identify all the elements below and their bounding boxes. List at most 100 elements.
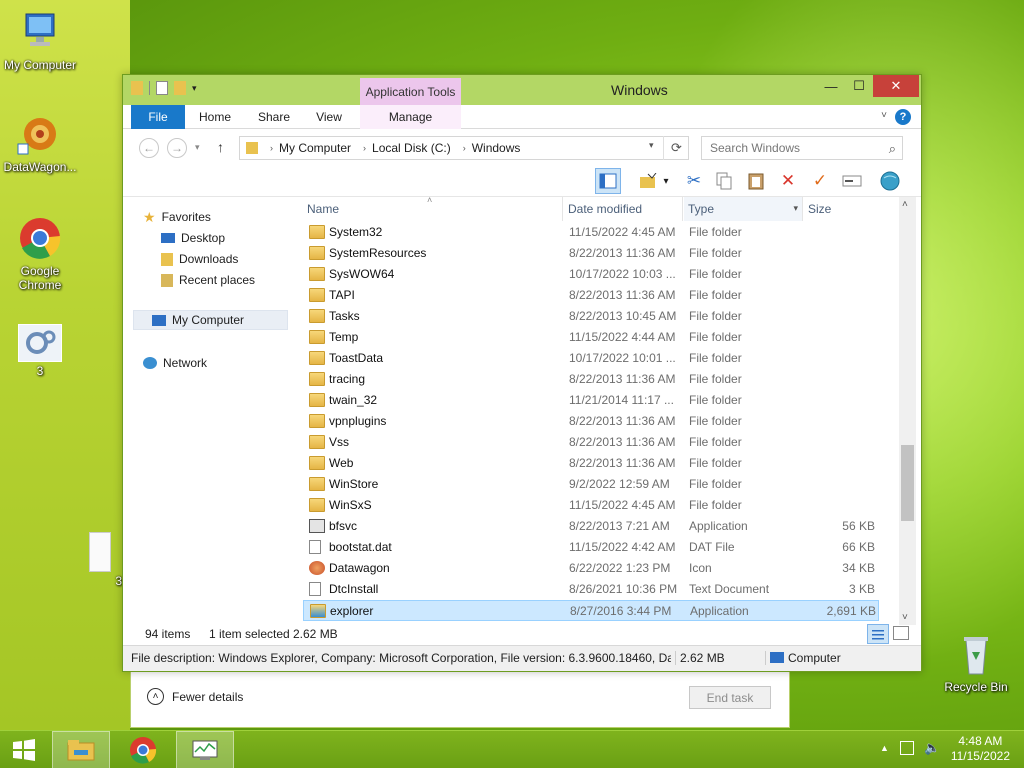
nav-downloads[interactable]: Downloads <box>161 249 238 269</box>
scroll-down-icon[interactable]: ˅ <box>902 612 908 623</box>
tab-view[interactable]: View <box>307 105 351 129</box>
table-row[interactable]: WinStore 9/2/2022 12:59 AM File folder <box>303 474 879 495</box>
file-type: File folder <box>689 498 742 512</box>
desktop-icon-google-chrome[interactable]: Google Chrome <box>0 214 80 292</box>
table-row[interactable]: Web 8/22/2013 11:36 AM File folder <box>303 453 879 474</box>
folder-options-icon[interactable] <box>635 168 661 194</box>
new-folder-icon[interactable] <box>174 81 186 95</box>
taskbar-chrome[interactable] <box>114 731 172 768</box>
preview-pane-icon[interactable] <box>595 168 621 194</box>
breadcrumb-local-disk[interactable]: Local Disk (C:) <box>372 141 451 155</box>
file-name: System32 <box>329 225 383 239</box>
breadcrumb-windows[interactable]: Windows <box>472 141 521 155</box>
desktop-icon-recycle-bin[interactable]: Recycle Bin <box>936 630 1016 694</box>
desktop-icon-label: My Computer <box>3 58 77 72</box>
address-dropdown-icon[interactable]: ▾ <box>649 140 654 151</box>
chevron-up-icon[interactable]: ▲ <box>880 743 889 753</box>
tab-manage[interactable]: Manage <box>360 105 461 129</box>
clock-date: 11/15/2022 <box>950 749 1010 763</box>
properties-icon[interactable] <box>156 81 168 95</box>
vertical-scrollbar[interactable]: ˄ ˅ <box>899 197 916 625</box>
address-bar[interactable]: › My Computer › Local Disk (C:) › Window… <box>239 136 689 160</box>
file-icon <box>309 582 321 596</box>
folder-icon <box>309 330 325 344</box>
start-button[interactable] <box>0 731 48 768</box>
chevron-down-icon[interactable]: ˅ <box>881 110 887 121</box>
large-icons-view-icon[interactable] <box>893 626 909 640</box>
table-row[interactable]: Datawagon 6/22/2022 1:23 PM Icon 34 KB <box>303 558 879 579</box>
scroll-up-icon[interactable]: ˄ <box>902 199 908 210</box>
chevron-right-icon[interactable]: › <box>463 143 466 153</box>
close-button[interactable]: ✕ <box>873 75 919 97</box>
rename-icon[interactable] <box>839 168 865 194</box>
minimize-button[interactable]: — <box>817 75 845 97</box>
file-explorer-icon <box>310 604 326 618</box>
up-arrow-icon[interactable]: ↑ <box>217 139 224 155</box>
chevron-right-icon[interactable]: › <box>270 143 273 153</box>
end-task-button[interactable]: End task <box>689 686 771 709</box>
table-row[interactable]: Temp 11/15/2022 4:44 AM File folder <box>303 327 879 348</box>
customize-toolbar-icon[interactable]: ▾ <box>192 83 197 94</box>
system-tray: ▲ 🔈 4:48 AM 11/15/2022 <box>864 731 1024 768</box>
clock[interactable]: 4:48 AM 11/15/2022 <box>951 734 1010 764</box>
nav-network[interactable]: Network <box>143 353 207 373</box>
selection-count: 1 item selected <box>209 627 290 641</box>
scrollbar-thumb[interactable] <box>901 445 914 521</box>
desktop-icon-datawagon[interactable]: DataWagon... <box>0 110 80 174</box>
desktop-icon-3-text[interactable]: 3 <box>78 532 122 588</box>
table-row[interactable]: Vss 8/22/2013 11:36 AM File folder <box>303 432 879 453</box>
taskbar-explorer[interactable] <box>52 731 110 768</box>
copy-icon[interactable] <box>711 168 737 194</box>
column-header-date[interactable]: Date modified <box>564 197 683 221</box>
tab-file[interactable]: File <box>131 105 185 129</box>
help-icon[interactable]: ? <box>895 109 911 125</box>
nav-recent-places[interactable]: Recent places <box>161 270 255 290</box>
network-icon[interactable] <box>900 741 914 755</box>
table-row[interactable]: WinSxS 11/15/2022 4:45 AM File folder <box>303 495 879 516</box>
details-view-icon[interactable] <box>867 624 889 644</box>
chevron-right-icon[interactable]: › <box>363 143 366 153</box>
table-row[interactable]: Tasks 8/22/2013 10:45 AM File folder <box>303 306 879 327</box>
volume-icon[interactable]: 🔈 <box>924 740 940 756</box>
table-row[interactable]: vpnplugins 8/22/2013 11:36 AM File folder <box>303 411 879 432</box>
table-row[interactable]: bootstat.dat 11/15/2022 4:42 AM DAT File 66… <box>303 537 879 558</box>
table-row[interactable]: twain_32 11/21/2014 11:17 ... File folder <box>303 390 879 411</box>
table-row[interactable]: ToastData 10/17/2022 10:01 ... File folder <box>303 348 879 369</box>
paste-icon[interactable] <box>743 168 769 194</box>
refresh-icon[interactable]: ⟳ <box>663 136 689 160</box>
desktop-icon-my-computer[interactable]: My Computer <box>0 8 80 72</box>
column-header-size[interactable]: Size <box>804 197 880 221</box>
column-header-type[interactable]: Type ▾ <box>684 197 803 221</box>
table-row[interactable]: bfsvc 8/22/2013 7:21 AM Application 56 KB <box>303 516 879 537</box>
table-row[interactable]: DtcInstall 8/26/2021 10:36 PM Text Documen… <box>303 579 879 600</box>
nav-desktop[interactable]: Desktop <box>161 228 225 248</box>
taskbar-task-manager[interactable] <box>176 731 234 768</box>
chevron-down-icon[interactable]: ▾ <box>793 203 798 214</box>
nav-favorites[interactable]: ★ Favorites <box>143 207 211 227</box>
cut-icon[interactable]: ✂ <box>681 168 707 194</box>
check-icon[interactable]: ✓ <box>807 168 833 194</box>
nav-my-computer[interactable]: My Computer <box>133 310 288 330</box>
tab-share[interactable]: Share <box>249 105 299 129</box>
breadcrumb-my-computer[interactable]: My Computer <box>279 141 351 155</box>
back-button[interactable]: ← <box>139 138 159 158</box>
recent-locations-icon[interactable]: ▾ <box>195 142 200 153</box>
table-row[interactable]: SystemResources 8/22/2013 11:36 AM File fo… <box>303 243 879 264</box>
search-input[interactable]: Search Windows ⌕ <box>701 136 903 160</box>
fewer-details-button[interactable]: ˄ Fewer details <box>147 688 243 705</box>
tab-home[interactable]: Home <box>191 105 239 129</box>
desktop-icon-3-settings[interactable]: 3 <box>0 324 80 378</box>
maximize-button[interactable]: ☐ <box>845 75 873 97</box>
table-row[interactable]: TAPI 8/22/2013 11:36 AM File folder <box>303 285 879 306</box>
chevron-down-icon[interactable]: ▾ <box>659 168 673 194</box>
globe-icon[interactable] <box>877 168 903 194</box>
divider <box>149 81 150 95</box>
delete-icon[interactable]: ✕ <box>775 168 801 194</box>
table-row[interactable]: System32 11/15/2022 4:45 AM File folder <box>303 222 879 243</box>
column-header-name[interactable]: Name ˄ <box>303 197 563 221</box>
forward-button[interactable]: → <box>167 138 187 158</box>
table-row[interactable]: tracing 8/22/2013 11:36 AM File folder <box>303 369 879 390</box>
table-row[interactable]: explorer 8/27/2016 3:44 PM Application 2,69… <box>303 600 879 621</box>
table-row[interactable]: SysWOW64 10/17/2022 10:03 ... File folder <box>303 264 879 285</box>
title-bar[interactable]: ▾ Application Tools Windows — ☐ ✕ <box>123 75 921 105</box>
